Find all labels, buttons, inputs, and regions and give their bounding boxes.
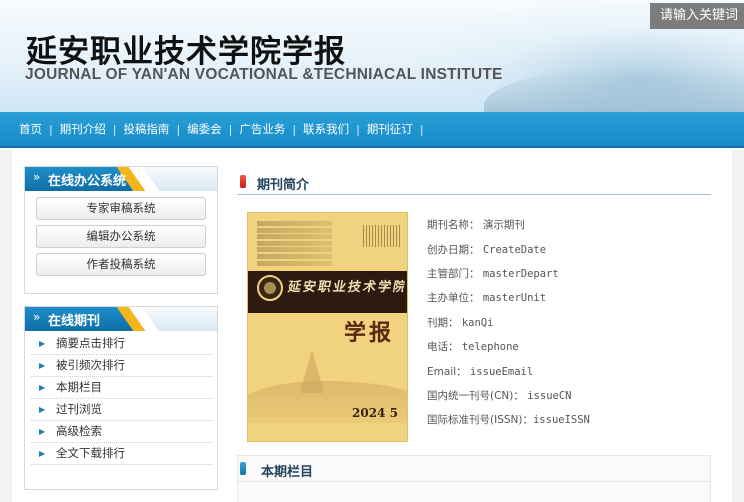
search-input[interactable]: 请输入关键词: [650, 3, 744, 29]
list-item-abstract-clicks[interactable]: ▶ 摘要点击排行: [31, 333, 213, 355]
current-issue-header: 本期栏目: [237, 456, 711, 482]
editor-office-button[interactable]: 编辑办公系统: [36, 225, 206, 248]
info-kanqi: 刊期： kanQi: [427, 317, 494, 329]
panel-header: » 在线办公系统: [25, 167, 217, 191]
triangle-right-icon: ▶: [39, 427, 46, 436]
info-email: Email： issueEmail: [427, 366, 534, 378]
journal-intro-header: 期刊简介: [237, 169, 711, 195]
list-item-download-rank[interactable]: ▶ 全文下载排行: [31, 443, 213, 465]
info-issue-cn: 国内统一刊号(CN)： issueCN: [427, 390, 572, 402]
list-item-citation-rank[interactable]: ▶ 被引频次排行: [31, 355, 213, 377]
section-title: 期刊简介: [257, 178, 310, 193]
site-title: 延安职业技术学院学报: [26, 34, 346, 70]
double-chevron-icon: »: [33, 170, 41, 184]
nav-item-advertising[interactable]: 广告业务 |: [232, 121, 296, 137]
list-item-advanced-search[interactable]: ▶ 高级检索: [31, 421, 213, 443]
info-master-depart: 主管部门： masterDepart: [427, 268, 559, 280]
list-item-past-issues[interactable]: ▶ 过刊浏览: [31, 399, 213, 421]
main-nav: 首页 | 期刊介绍 | 投稿指南 | 编委会 | 广告业务 | 联系我们 | 期刊征订 |: [0, 112, 744, 148]
triangle-right-icon: ▶: [39, 339, 46, 348]
section-title: 本期栏目: [261, 465, 314, 480]
cover-calligraphy: 延安职业技术学院: [286, 280, 406, 295]
triangle-right-icon: ▶: [39, 361, 46, 370]
nav-item-editorial-board[interactable]: 编委会 |: [180, 121, 232, 137]
site-subtitle: JOURNAL OF YAN'AN VOCATIONAL &TECHNIACAL…: [25, 66, 503, 83]
triangle-right-icon: ▶: [39, 405, 46, 414]
cover-title: 学报: [344, 320, 395, 346]
school-seal-icon: [257, 275, 283, 301]
cover-year: 2024 5: [352, 406, 398, 420]
nav-item-contact[interactable]: 联系我们 |: [296, 121, 360, 137]
author-submission-button[interactable]: 作者投稿系统: [36, 253, 206, 276]
info-issue-issn: 国际标准刊号(ISSN)：issueISSN: [427, 414, 590, 426]
triangle-right-icon: ▶: [39, 449, 46, 458]
section-marker-icon: [240, 462, 246, 475]
info-journal-name: 期刊名称： 演示期刊: [427, 219, 525, 231]
info-master-unit: 主办单位： masterUnit: [427, 292, 547, 304]
barcode-icon: [363, 225, 401, 247]
nav-separator: |: [419, 122, 424, 136]
nav-item-journal-intro[interactable]: 期刊介绍 |: [53, 121, 117, 137]
double-chevron-icon: »: [33, 310, 41, 324]
info-create-date: 创办日期： CreateDate: [427, 244, 547, 256]
expert-review-button[interactable]: 专家审稿系统: [36, 197, 206, 220]
online-office-panel: » 在线办公系统 专家审稿系统 编辑办公系统 作者投稿系统: [24, 166, 218, 294]
online-journal-panel: » 在线期刊 ▶ 摘要点击排行 ▶ 被引频次排行 ▶ 本期栏目 ▶ 过刊浏览 ▶ 高级检索…: [24, 306, 218, 490]
section-marker-icon: [240, 175, 246, 188]
triangle-right-icon: ▶: [39, 383, 46, 392]
nav-item-subscribe[interactable]: 期刊征订 |: [360, 121, 424, 137]
info-telephone: 电话： telephone: [427, 341, 519, 353]
panel-header: » 在线期刊: [25, 307, 217, 331]
panel-title: 在线期刊: [48, 314, 101, 329]
list-item-current-columns[interactable]: ▶ 本期栏目: [31, 377, 213, 399]
panel-title: 在线办公系统: [48, 174, 127, 189]
journal-cover-image: 延安职业技术学院 学报 2024 5: [247, 212, 408, 442]
site-header: 延安职业技术学院学报 JOURNAL OF YAN'AN VOCATIONAL …: [0, 0, 744, 112]
nav-item-submission-guide[interactable]: 投稿指南 |: [116, 121, 180, 137]
nav-item-home[interactable]: 首页 |: [12, 121, 53, 137]
